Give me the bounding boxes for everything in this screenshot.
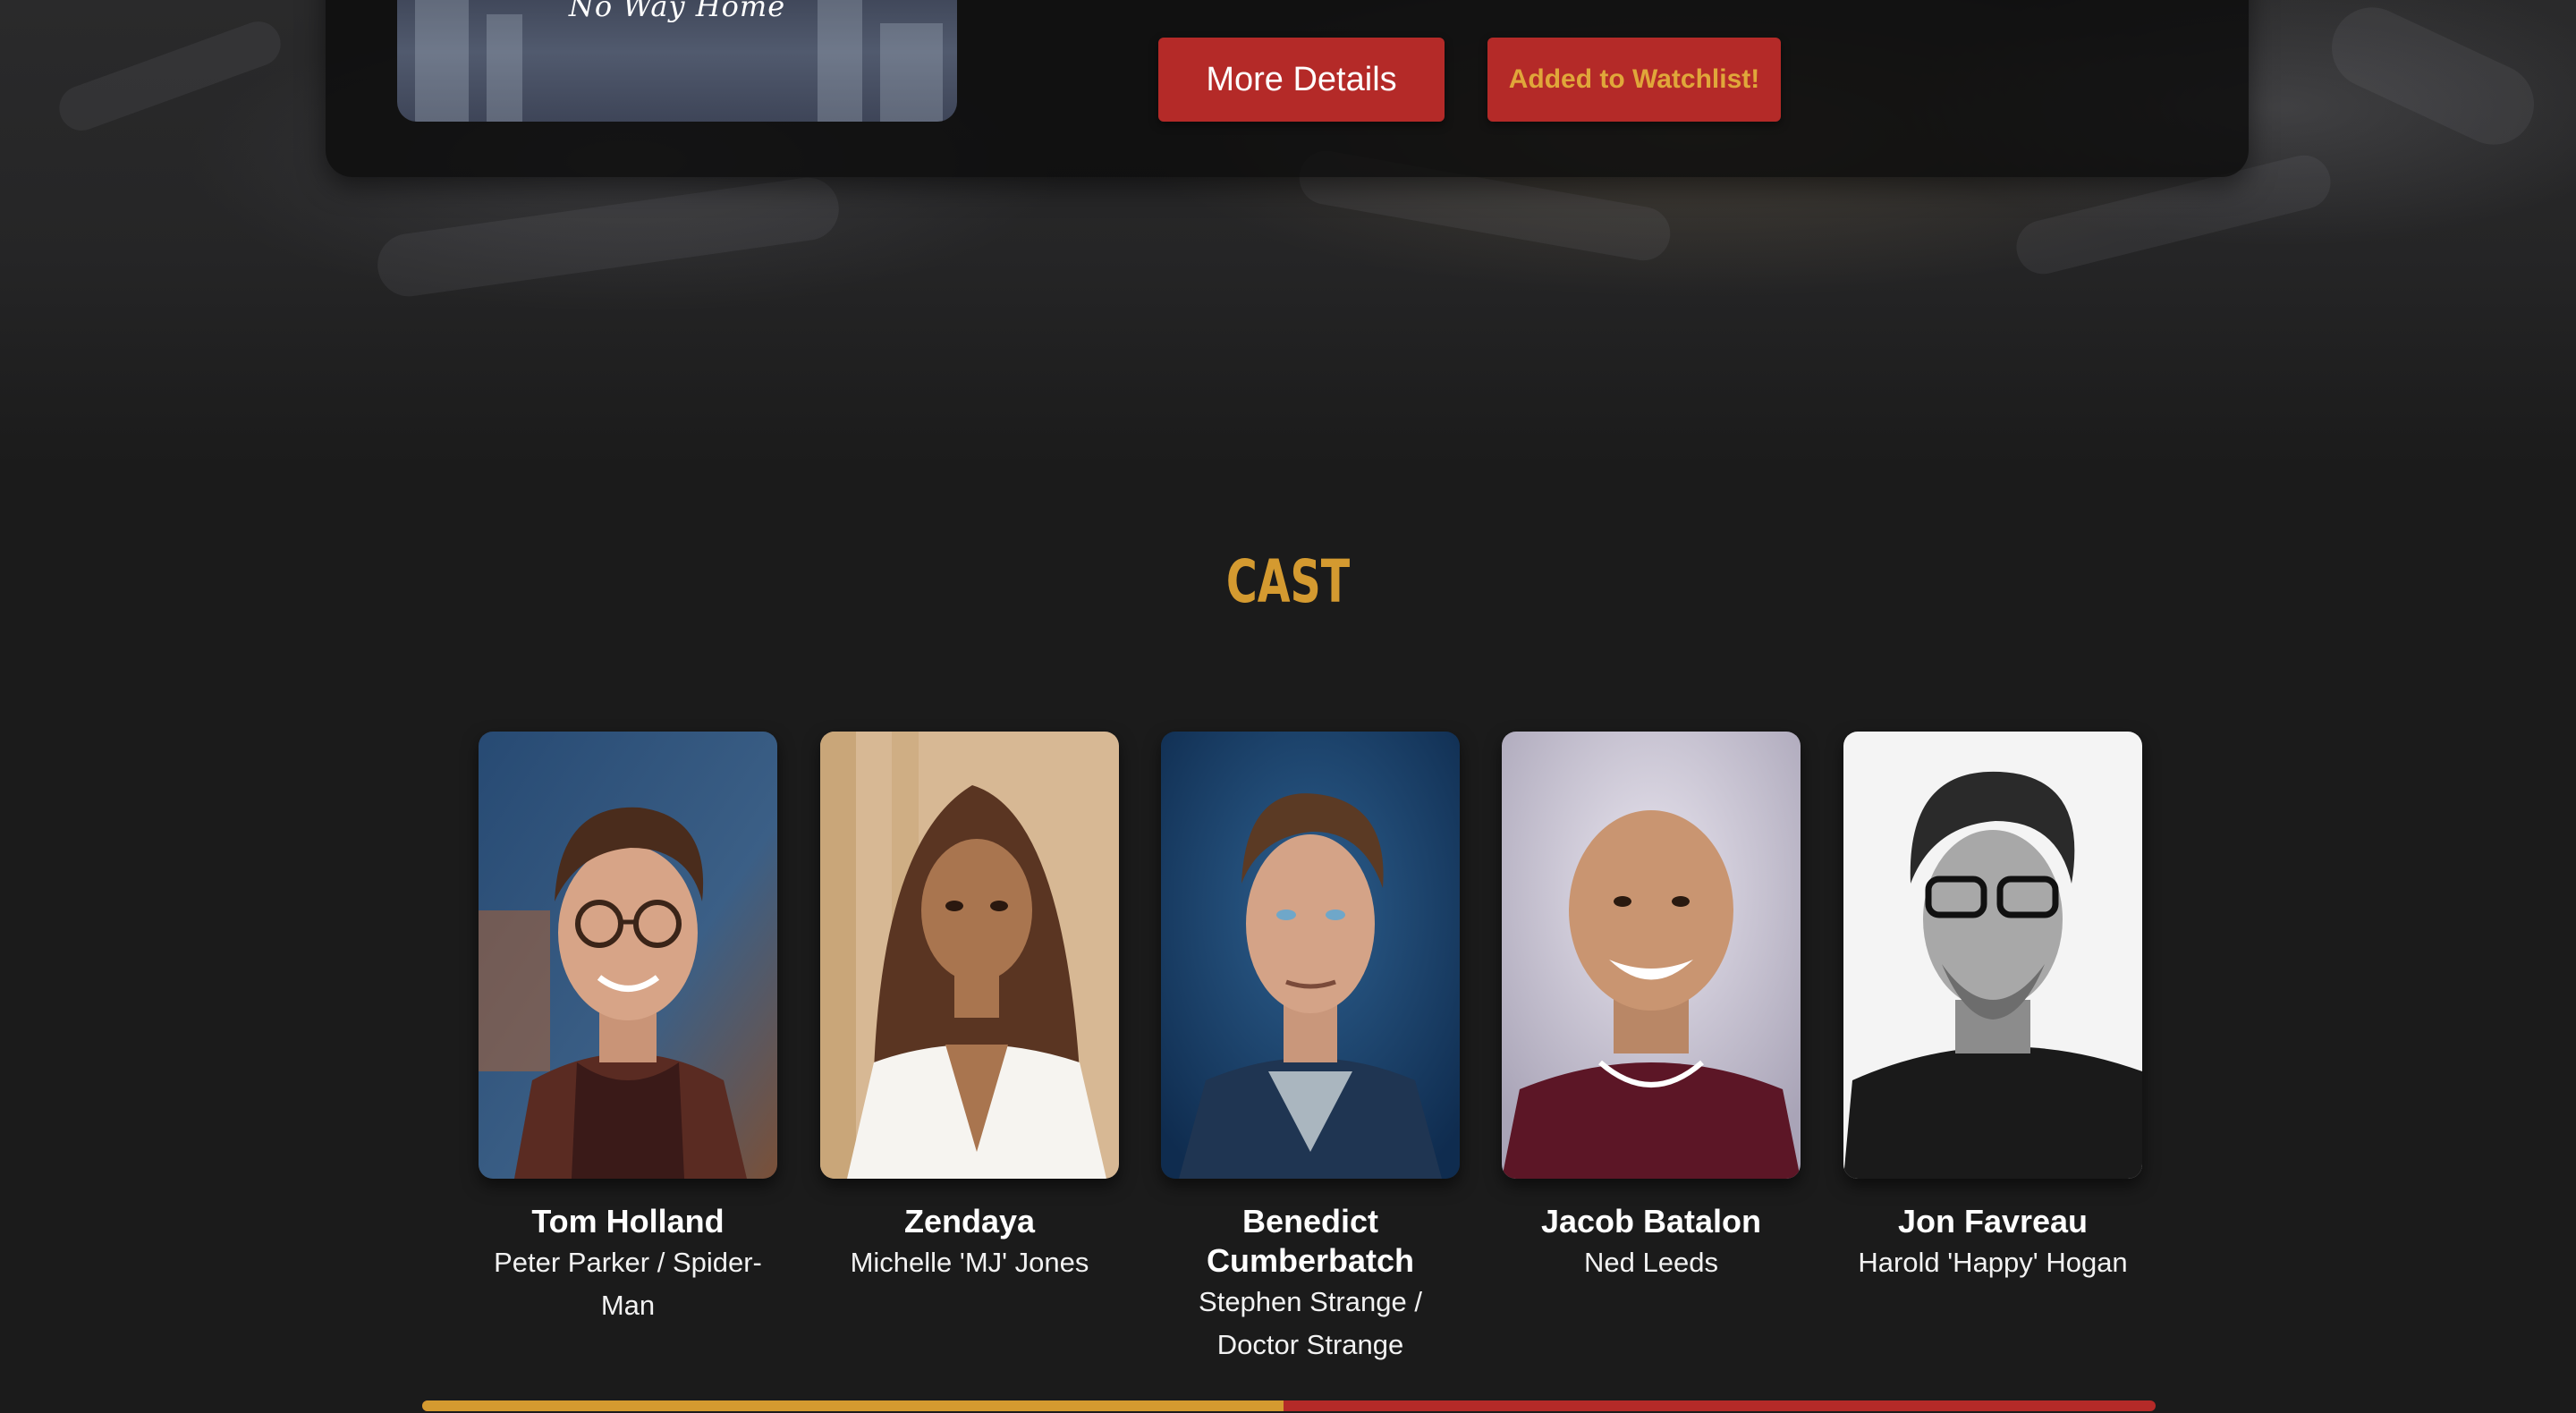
cast-photo [1843,732,2142,1179]
cast-name: Jon Favreau [1897,1203,2089,1240]
cast-name: Zendaya [903,1203,1036,1240]
cast-photo [820,732,1119,1179]
cast-role: Peter Parker / Spider-Man [494,1247,762,1321]
cast-photo [1502,732,1801,1179]
cast-card-benedict-cumberbatch[interactable]: Benedict Cumberbatch Stephen Strange / D… [1161,732,1460,1366]
more-details-button[interactable]: More Details [1158,38,1445,122]
cast-role: Harold 'Happy' Hogan [1858,1247,2128,1278]
cast-card-jacob-batalon[interactable]: Jacob Batalon Ned Leeds [1502,732,1801,1284]
cast-card-tom-holland[interactable]: Tom Holland Peter Parker / Spider-Man [479,732,777,1327]
page: No Way Home More Details Added to Watchl… [0,0,2576,1413]
cast-card-jon-favreau[interactable]: Jon Favreau Harold 'Happy' Hogan [1843,732,2142,1284]
watchlist-button[interactable]: Added to Watchlist! [1487,38,1781,122]
cast-role: Michelle 'MJ' Jones [850,1247,1089,1278]
carousel-progress-bar[interactable] [422,1400,2156,1411]
cast-card-zendaya[interactable]: Zendaya Michelle 'MJ' Jones [820,732,1119,1284]
cast-heading: CAST [1225,547,1351,616]
cast-role: Ned Leeds [1584,1247,1718,1278]
cast-role: Stephen Strange / Doctor Strange [1199,1286,1422,1360]
movie-poster: No Way Home [397,0,957,122]
cast-name: Tom Holland [531,1203,724,1240]
cast-photo [479,732,777,1179]
cast-name: Benedict Cumberbatch [1206,1203,1415,1279]
carousel-progress-fill [422,1400,1284,1411]
poster-subtitle: No Way Home [568,0,786,23]
cast-photo [1161,732,1460,1179]
cast-name: Jacob Batalon [1540,1203,1762,1240]
